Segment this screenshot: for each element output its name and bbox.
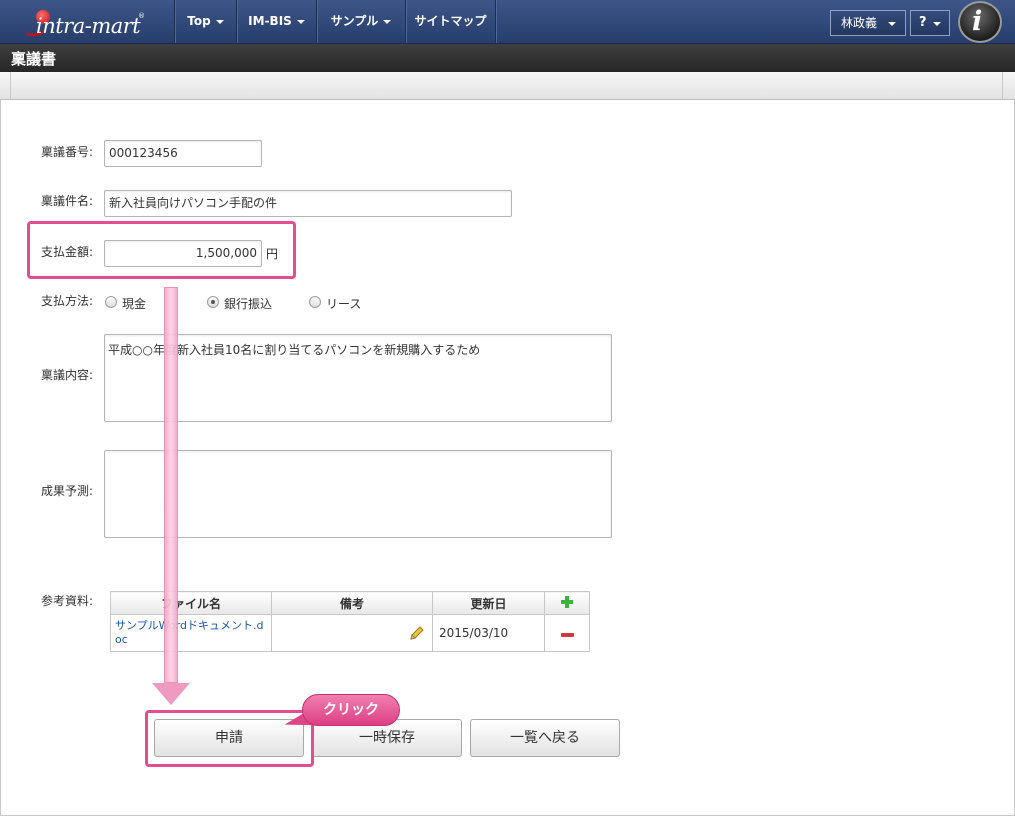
table-header-row: ファイル名 備考 更新日 <box>110 591 590 615</box>
registered-mark-icon: ® <box>138 12 145 20</box>
add-attachment-button[interactable] <box>544 591 590 615</box>
attachments-table: ファイル名 備考 更新日 サンプルWordドキュメント.doc 2015/03/… <box>110 591 590 652</box>
page-title: 稟議書 <box>11 50 57 68</box>
avatar-letter: i <box>972 6 983 37</box>
nav-sitemap-label: サイトマップ <box>414 14 487 28</box>
frame-border <box>0 100 1 816</box>
column-header-note: 備考 <box>271 591 433 615</box>
toolbar-divider <box>1002 72 1003 100</box>
page-toolbar <box>0 72 1015 100</box>
payment-amount-label: 支払金額: <box>41 245 94 259</box>
ringi-subject-input[interactable]: 新入社員向けパソコン手配の件 <box>104 190 512 217</box>
apply-button[interactable]: 申請 <box>154 719 304 757</box>
nav-sitemap[interactable]: サイトマップ <box>406 0 495 43</box>
annotation-arrow-shaft <box>164 287 178 683</box>
radio-circle-icon <box>309 296 321 308</box>
minus-icon <box>560 633 574 637</box>
radio-selected-icon <box>207 296 219 308</box>
payment-method-lease-label: リース <box>326 297 362 311</box>
expected-outcome-label: 成果予測: <box>41 484 94 498</box>
nav-top-label: Top <box>187 14 211 28</box>
ringi-number-input[interactable]: 000123456 <box>104 140 262 167</box>
ringi-content-label: 稟議内容: <box>41 368 94 382</box>
radio-circle-icon <box>105 296 117 308</box>
file-name-cell: サンプルWordドキュメント.doc <box>110 614 272 652</box>
expected-outcome-textarea[interactable] <box>104 450 612 538</box>
toolbar-divider <box>10 72 11 100</box>
updated-date-cell: 2015/03/10 <box>432 614 545 652</box>
note-cell <box>271 614 433 652</box>
payment-method-label: 支払方法: <box>41 294 94 308</box>
logo-text: intra-mart <box>36 14 141 38</box>
nav-separator <box>495 0 496 43</box>
amount-unit-label: 円 <box>266 247 279 261</box>
plus-icon <box>561 595 573 608</box>
nav-top[interactable]: Top <box>175 0 236 43</box>
payment-method-bank-transfer-label: 銀行振込 <box>224 297 273 311</box>
chevron-down-icon <box>296 19 305 24</box>
column-header-file-name: ファイル名 <box>110 591 272 615</box>
intra-mart-logo[interactable]: intra-mart ® <box>14 8 164 39</box>
page-title-bar: 稟議書 <box>0 44 1015 72</box>
ringi-content-textarea[interactable]: 平成○○年度新入社員10名に割り当てるパソコンを新規購入するため <box>104 334 612 422</box>
nav-im-bis-label: IM-BIS <box>248 14 292 28</box>
file-link[interactable]: サンプルWordドキュメント.doc <box>111 619 271 647</box>
nav-im-bis[interactable]: IM-BIS <box>237 0 316 43</box>
help-menu-button[interactable]: ? <box>910 10 950 36</box>
back-to-list-button[interactable]: 一覧へ戻る <box>470 719 620 757</box>
reference-materials-label: 参考資料: <box>41 594 94 608</box>
payment-method-cash-label: 現金 <box>122 297 147 311</box>
user-menu-button[interactable]: 林政義 <box>830 10 906 36</box>
chevron-down-icon <box>933 22 941 26</box>
nav-sample[interactable]: サンプル <box>317 0 405 43</box>
pencil-edit-icon[interactable] <box>408 624 426 642</box>
help-label: ? <box>919 15 927 30</box>
ringi-subject-label: 稟議件名: <box>41 194 94 208</box>
click-callout: クリック <box>302 694 400 726</box>
payment-amount-input[interactable]: 1,500,000 <box>104 240 262 267</box>
nav-sample-label: サンプル <box>330 14 379 28</box>
top-navbar: intra-mart ® Top IM-BIS サンプル サイトマップ 林政義 … <box>0 0 1015 44</box>
chevron-down-icon <box>888 22 896 26</box>
arrow-down-icon <box>152 683 190 705</box>
column-header-updated: 更新日 <box>432 591 545 615</box>
ringi-number-label: 稟議番号: <box>41 145 94 159</box>
avatar[interactable]: i <box>958 1 1002 43</box>
remove-attachment-button[interactable] <box>544 614 590 652</box>
chevron-down-icon <box>383 19 392 24</box>
table-row: サンプルWordドキュメント.doc 2015/03/10 <box>110 614 590 652</box>
chevron-down-icon <box>215 19 224 24</box>
user-name: 林政義 <box>841 16 878 30</box>
